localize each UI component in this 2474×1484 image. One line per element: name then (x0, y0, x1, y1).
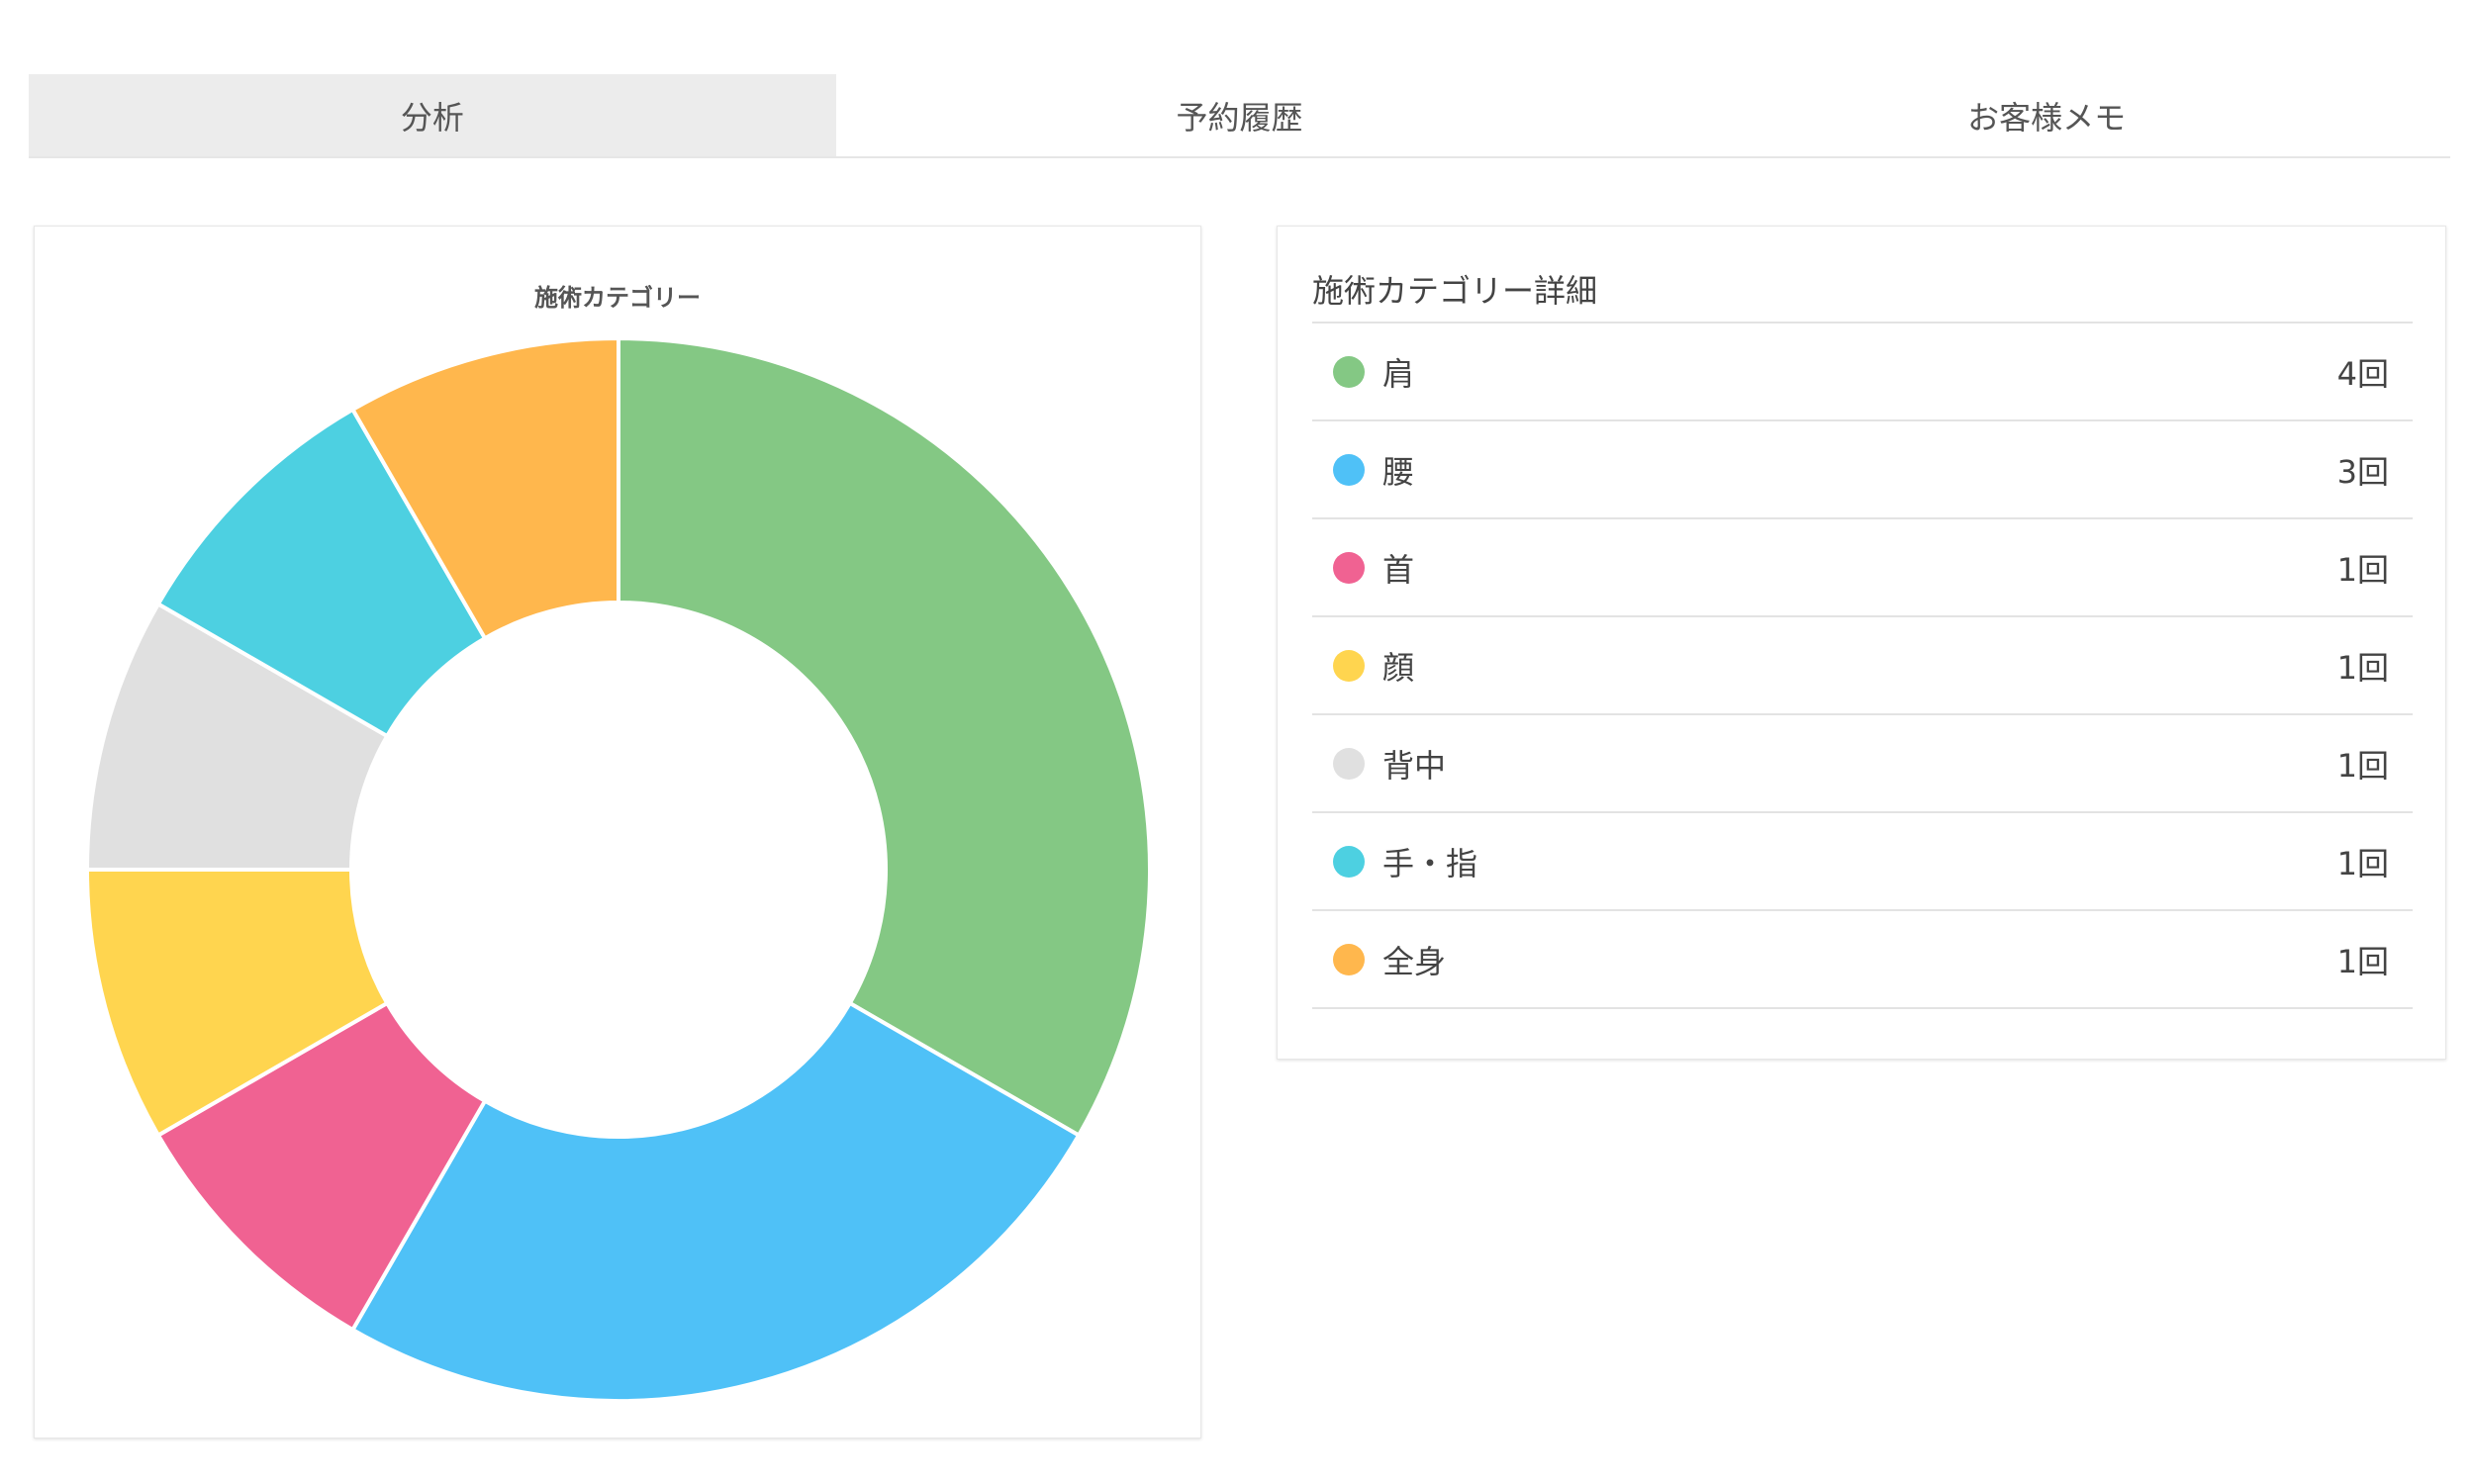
donut-slice[interactable] (617, 335, 1152, 1139)
detail-card: 施術カテゴリー詳細 肩 4回腰 3回首 1回顔 1回 背中 1回 手・指 1回 全身 1回 (1277, 226, 2446, 1060)
detail-title: 施術カテゴリー詳細 (1312, 266, 2413, 324)
tab-bar: 分析 予約履歴 お客様メモ (29, 74, 2450, 158)
detail-row-count: 1回 (2336, 746, 2389, 785)
detail-row-count: 1回 (2336, 844, 2389, 882)
detail-row-count: 1回 (2336, 550, 2389, 589)
legend-dot (1333, 551, 1365, 584)
detail-row-label: 全身 (1382, 942, 1447, 980)
detail-row: 顔 1回 (1312, 617, 2413, 715)
detail-row: 腰 3回 (1312, 421, 2413, 519)
legend-dot (1333, 355, 1365, 388)
detail-row-label: 顔 (1382, 648, 1415, 687)
legend-dot (1333, 747, 1365, 780)
detail-row-count: 4回 (2336, 354, 2389, 393)
detail-row-label: 腰 (1382, 452, 1415, 491)
tab-reservation-history[interactable]: 予約履歴 (836, 74, 1644, 156)
detail-row-label: 首 (1382, 550, 1415, 589)
detail-row: 全身 1回 (1312, 911, 2413, 1009)
tab-analysis[interactable]: 分析 (29, 74, 836, 156)
detail-row-count: 3回 (2336, 452, 2389, 491)
detail-row: 手・指 1回 (1312, 813, 2413, 911)
tab-customer-memo[interactable]: お客様メモ (1643, 74, 2450, 156)
detail-row-label: 背中 (1382, 746, 1447, 785)
chart-card: 施術カテゴリー (34, 226, 1201, 1438)
detail-row-count: 1回 (2336, 942, 2389, 980)
detail-row: 首 1回 (1312, 519, 2413, 617)
legend-dot (1333, 943, 1365, 975)
legend-dot (1333, 649, 1365, 682)
detail-row: 背中 1回 (1312, 715, 2413, 813)
detail-row-label: 手・指 (1382, 844, 1478, 882)
legend-dot (1333, 845, 1365, 878)
donut-chart (84, 335, 1152, 1403)
detail-row-count: 1回 (2336, 648, 2389, 687)
legend-dot (1333, 453, 1365, 486)
detail-row-label: 肩 (1382, 354, 1415, 393)
detail-row: 肩 4回 (1312, 324, 2413, 421)
detail-list: 肩 4回腰 3回首 1回顔 1回 背中 1回 手・指 1回 全身 1回 (1312, 324, 2413, 1009)
